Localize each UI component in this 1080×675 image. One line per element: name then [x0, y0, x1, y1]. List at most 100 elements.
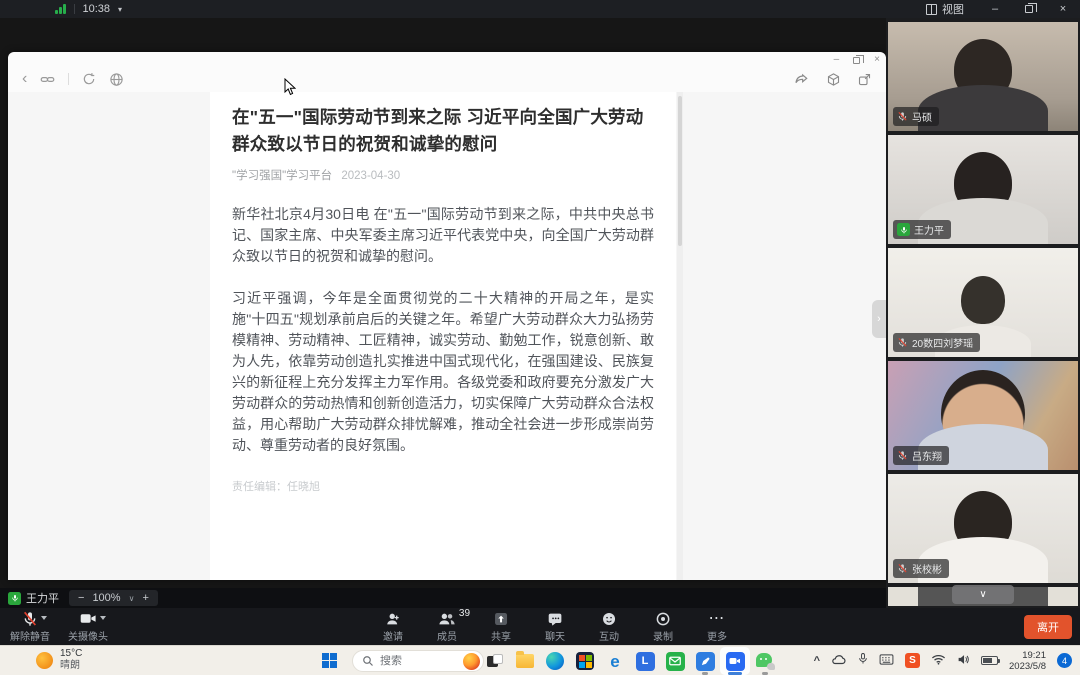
article-paragraph: 习近平强调，今年是全面贯彻党的二十大精神的开局之年，是实施"十四五"规划承前启后… [232, 288, 654, 456]
more-button[interactable]: ⋯ 更多 [691, 608, 743, 645]
taskbar-search[interactable] [352, 650, 484, 672]
sidebar-collapse-handle[interactable]: › [872, 300, 886, 338]
leave-meeting-button[interactable]: 离开 [1024, 615, 1072, 639]
cloud-icon[interactable] [831, 652, 847, 670]
more-dots-icon: ⋯ [709, 614, 726, 624]
system-tray: ^ S 19:21 2023/5/8 4 [814, 646, 1072, 675]
presenter-indicator: 王力平 [8, 590, 59, 606]
microsoft-store-button[interactable] [570, 647, 600, 675]
participant-name: 王力平 [914, 222, 944, 237]
file-explorer-button[interactable] [510, 647, 540, 675]
cube-icon[interactable] [826, 72, 841, 87]
record-button[interactable]: 录制 [637, 608, 689, 645]
article-paragraph: 新华社北京4月30日电 在"五一"国际劳动节到来之际，中共中央总书记、国家主席、… [232, 204, 654, 267]
wifi-icon[interactable] [931, 652, 946, 670]
mic-muted-icon [897, 337, 908, 348]
meeting-toolbar: 解除静音 关摄像头 邀请 39 [0, 608, 1080, 645]
doc-toolbar: ‹ [8, 66, 886, 92]
unmute-button[interactable]: 解除静音 [4, 608, 56, 645]
lenovo-app-button[interactable]: L [630, 647, 660, 675]
firefox-icon [463, 653, 480, 670]
participant-name-chip: 张校彬 [893, 559, 949, 578]
search-input[interactable] [380, 655, 458, 667]
network-signal-icon [55, 4, 66, 14]
invite-button[interactable]: 邀请 [367, 608, 419, 645]
edge-browser-button[interactable] [540, 647, 570, 675]
edge-icon [546, 652, 564, 670]
mic-active-icon [897, 223, 910, 236]
article-date: 2023-04-30 [341, 170, 400, 182]
notes-app-button[interactable] [690, 647, 720, 675]
smiley-icon [601, 610, 617, 627]
record-circle-icon [655, 610, 671, 627]
start-button[interactable] [322, 653, 337, 668]
members-button[interactable]: 39 成员 [421, 608, 473, 645]
zoom-out-button[interactable]: − [78, 592, 84, 604]
interact-label: 互动 [599, 628, 619, 643]
doc-restore-button[interactable] [853, 57, 860, 64]
wechat-button[interactable] [750, 647, 780, 675]
share-screen-button[interactable]: 共享 [475, 608, 527, 645]
browser-e-button[interactable]: e [600, 647, 630, 675]
participant-name-chip: 王力平 [893, 220, 951, 239]
camera-off-button[interactable]: 关摄像头 [62, 608, 114, 645]
camera-icon [80, 610, 97, 627]
globe-icon[interactable] [109, 72, 124, 87]
folder-icon [516, 654, 534, 668]
popout-icon[interactable] [857, 72, 872, 87]
input-method-icon[interactable] [879, 652, 894, 670]
participant-name-chip: 吕东翔 [893, 446, 949, 465]
members-people-icon: 39 [438, 610, 456, 627]
camera-options-caret-icon[interactable] [100, 616, 106, 620]
participant-name: 马硕 [912, 109, 932, 124]
weather-widget[interactable]: 15°C 晴朗 [36, 648, 82, 672]
chat-button[interactable]: 聊天 [529, 608, 581, 645]
participant-video-tile[interactable]: 张校彬 [888, 474, 1078, 583]
participant-video-tile[interactable]: 吕东翔 [888, 361, 1078, 470]
titlebar-right: 视图 – × [912, 0, 1080, 18]
participant-name: 吕东翔 [912, 448, 942, 463]
app-titlebar: 10:38 ▾ 视图 – × [0, 0, 1080, 18]
notification-count-badge[interactable]: 4 [1057, 653, 1072, 668]
article-source: "学习强国"学习平台 [232, 170, 332, 182]
doc-close-button[interactable]: × [874, 54, 880, 65]
meeting-elapsed-time: 10:38 [83, 3, 111, 15]
tray-mic-icon[interactable] [858, 652, 868, 670]
zoom-dropdown-caret-icon[interactable]: ∨ [129, 594, 135, 603]
windows-taskbar: 15°C 晴朗 e L [0, 645, 1080, 675]
mail-app-button[interactable] [660, 647, 690, 675]
participant-video-tile[interactable]: 20数四刘梦瑶 [888, 248, 1078, 357]
maximize-restore-button[interactable] [1012, 0, 1046, 18]
tray-expand-icon[interactable]: ^ [814, 655, 820, 667]
meeting-camera-icon [726, 652, 745, 671]
doc-minimize-button[interactable]: – [834, 54, 840, 65]
mic-options-caret-icon[interactable] [41, 616, 47, 620]
sogou-input-icon[interactable]: S [905, 653, 920, 668]
unmute-label: 解除静音 [10, 628, 50, 643]
link-icon[interactable] [40, 72, 55, 87]
participants-sidebar: 马硕 王力平 20数四刘梦瑶 [886, 18, 1080, 608]
battery-icon[interactable] [981, 656, 998, 665]
task-view-button[interactable] [480, 647, 510, 675]
participant-video-tile[interactable]: 王力平 [888, 135, 1078, 244]
document-page: 在"五一"国际劳动节到来之际 习近平向全国广大劳动群众致以节日的祝贺和诚挚的慰问… [210, 92, 676, 580]
volume-icon[interactable] [957, 652, 970, 670]
interact-button[interactable]: 互动 [583, 608, 635, 645]
taskbar-clock[interactable]: 19:21 2023/5/8 [1009, 650, 1046, 672]
refresh-icon[interactable] [82, 72, 96, 86]
zoom-in-button[interactable]: + [142, 592, 148, 604]
scroll-more-participants-button[interactable]: ∨ [952, 585, 1014, 604]
page-scrollbar-thumb[interactable] [678, 96, 682, 246]
taskbar-app-dock: e L [480, 647, 780, 675]
doc-toolbar-left: ‹ [22, 72, 124, 87]
back-icon[interactable]: ‹ [22, 72, 27, 86]
wechat-icon [756, 653, 775, 670]
minimize-button[interactable]: – [978, 0, 1012, 18]
view-layout-button[interactable]: 视图 [912, 0, 978, 18]
titlebar-left: 10:38 ▾ [0, 3, 122, 15]
meeting-app-button[interactable] [720, 647, 750, 675]
share-forward-icon[interactable] [794, 71, 810, 87]
time-dropdown-caret-icon[interactable]: ▾ [118, 5, 122, 14]
close-button[interactable]: × [1046, 0, 1080, 18]
participant-video-tile[interactable]: 马硕 [888, 22, 1078, 131]
